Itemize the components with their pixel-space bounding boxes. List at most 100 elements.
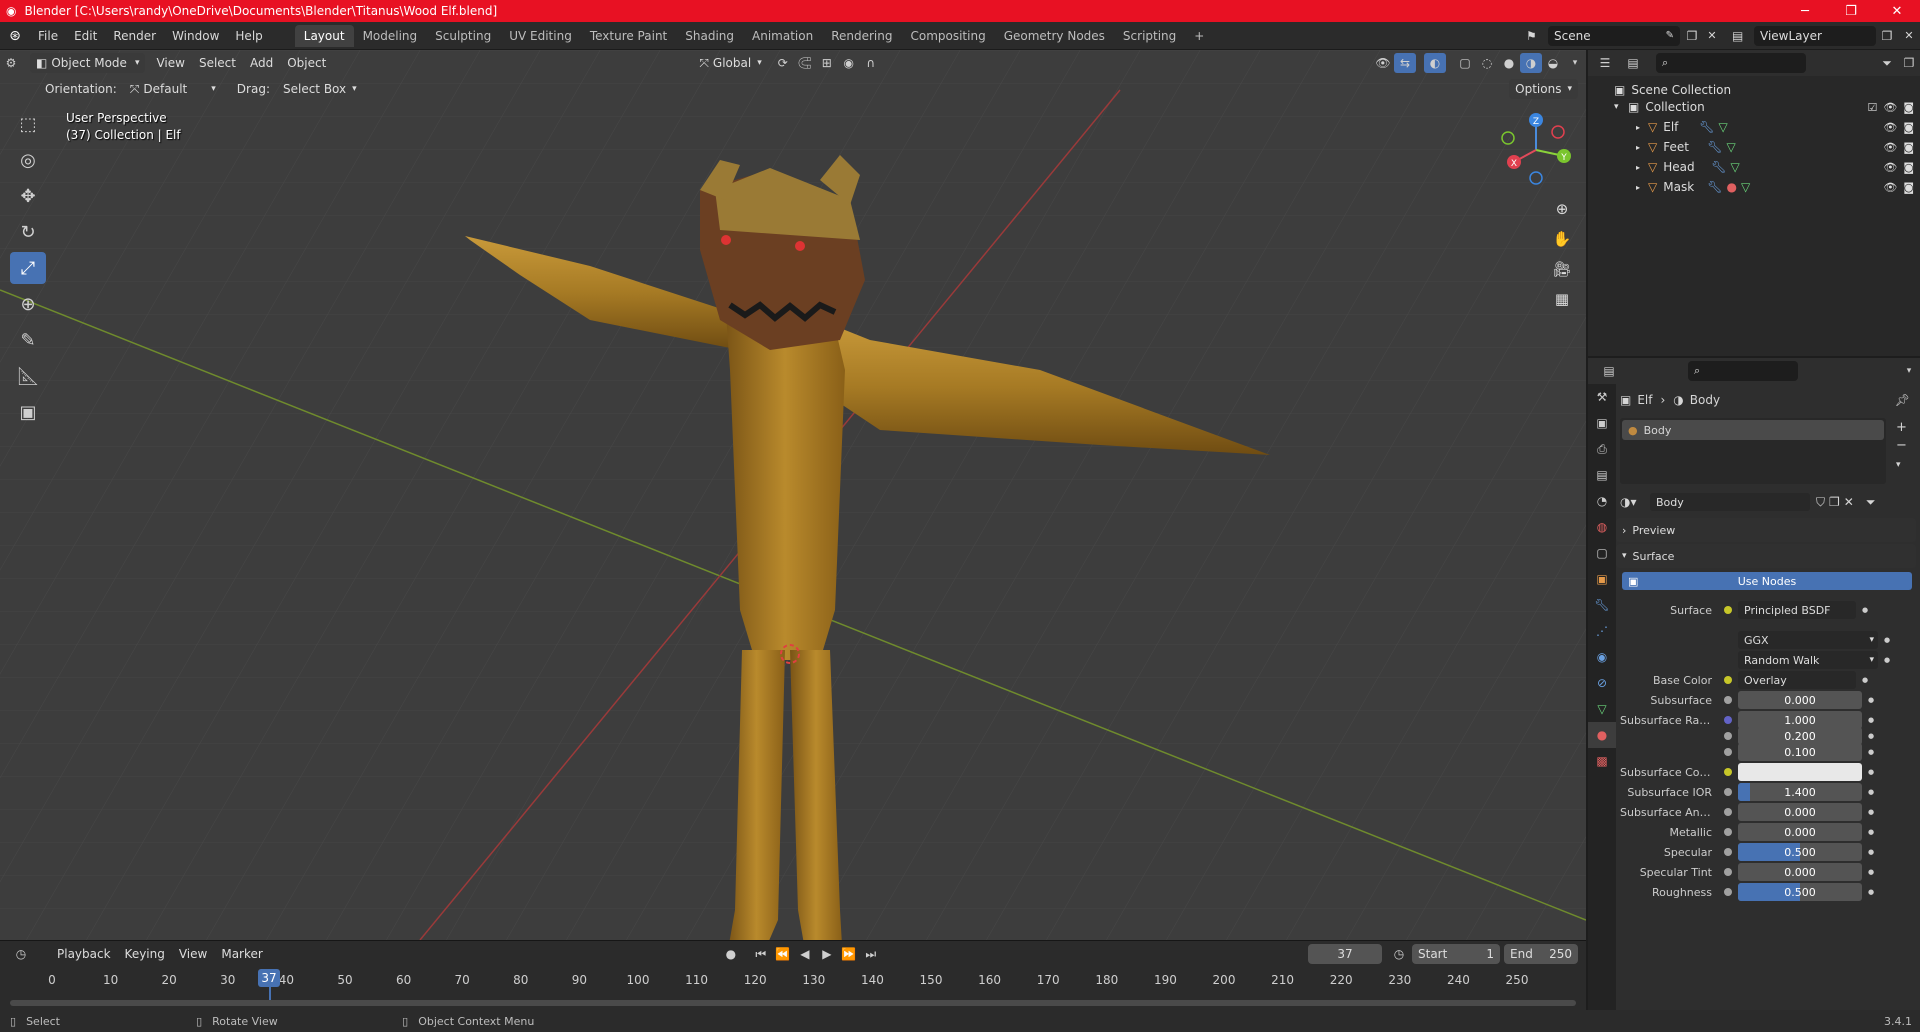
collapse-icon[interactable]: ▾ — [1614, 102, 1628, 112]
keyframe-icon[interactable]: ● — [1868, 732, 1874, 740]
navigation-gizmo[interactable]: Z Y X — [1496, 110, 1576, 190]
annotate-icon[interactable]: ✎ — [10, 324, 46, 356]
eye-icon[interactable]: 👁︎ — [1883, 101, 1897, 114]
timeline-ruler[interactable]: 37 0 10 20 30 40 50 60 70 80 90 100 110 120 130 140 150… — [0, 969, 1586, 1001]
chevron-down-icon[interactable]: ▾ — [1898, 361, 1920, 381]
outliner-object-feet[interactable]: ▸ ▽ Feet 🔧︎ ▽ 👁︎ ◙ — [1588, 137, 1920, 157]
eye-icon[interactable]: 👁︎ — [1883, 161, 1897, 174]
options-dropdown[interactable]: Options ▾ — [1509, 79, 1578, 99]
menu-file[interactable]: File — [30, 26, 66, 46]
scale-icon[interactable]: ⤢ — [10, 252, 46, 284]
output-tab-icon[interactable]: ⎙ — [1588, 436, 1616, 462]
keyframe-icon[interactable]: ● — [1884, 636, 1890, 644]
camera-render-icon[interactable]: ◙ — [1903, 161, 1914, 174]
play-icon[interactable]: ▶ — [816, 944, 838, 964]
link-dropdown-icon[interactable]: ⏷ — [1866, 495, 1876, 510]
3d-viewport[interactable]: User Perspective (37) Collection | Elf ⬚… — [0, 50, 1586, 940]
shader-dropdown[interactable]: GGX ▾ — [1738, 631, 1878, 649]
material-slot-item[interactable]: ● Body — [1622, 420, 1884, 440]
material-tab-icon[interactable]: ● — [1588, 722, 1616, 748]
remove-slot-icon[interactable]: − — [1896, 438, 1907, 453]
object-tab-icon[interactable]: ▣ — [1588, 566, 1616, 592]
camera-render-icon[interactable]: ◙ — [1903, 121, 1914, 134]
checkbox-icon[interactable]: ☑ — [1867, 101, 1877, 114]
zoom-icon[interactable]: ⊕ — [1548, 195, 1576, 223]
playhead[interactable]: 37 — [258, 969, 280, 987]
close-button[interactable]: ✕ — [1874, 0, 1920, 22]
socket-icon[interactable] — [1724, 748, 1732, 756]
jump-end-icon[interactable]: ⏭ — [860, 944, 882, 964]
clock-icon[interactable]: ◷ — [1388, 944, 1410, 964]
camera-render-icon[interactable]: ◙ — [1903, 141, 1914, 154]
menu-select[interactable]: Select — [192, 56, 243, 70]
keyframe-icon[interactable]: ● — [1868, 888, 1874, 896]
number-field[interactable]: 0.500 — [1738, 843, 1862, 861]
new-collection-icon[interactable]: ❐ — [1898, 53, 1920, 73]
prev-keyframe-icon[interactable]: ⏪ — [772, 944, 794, 964]
tab-rendering[interactable]: Rendering — [822, 25, 901, 47]
expand-icon[interactable]: ▸ — [1636, 143, 1648, 152]
scene-icon[interactable]: ⚑ — [1526, 29, 1548, 43]
properties-search-input[interactable]: ⌕ — [1688, 361, 1798, 381]
menu-view[interactable]: View — [149, 56, 191, 70]
minimize-button[interactable]: ─ — [1782, 0, 1828, 22]
socket-icon[interactable] — [1724, 606, 1732, 614]
socket-icon[interactable] — [1724, 768, 1732, 776]
start-frame-field[interactable]: Start 1 — [1412, 944, 1500, 964]
tab-uv-editing[interactable]: UV Editing — [500, 25, 581, 47]
menu-render[interactable]: Render — [105, 26, 164, 46]
outliner-search-input[interactable]: ⌕ — [1656, 53, 1806, 73]
shader-link-field[interactable]: Principled BSDF — [1738, 601, 1856, 619]
expand-icon[interactable]: ▸ — [1636, 163, 1648, 172]
unlink-material-icon[interactable]: ✕ — [1844, 495, 1854, 509]
select-box-icon[interactable]: ⬚ — [10, 108, 46, 140]
scene-selector[interactable]: Scene ✎ — [1548, 25, 1680, 46]
menu-add[interactable]: Add — [243, 56, 280, 70]
socket-icon[interactable] — [1724, 676, 1732, 684]
tab-layout[interactable]: Layout — [294, 24, 354, 47]
menu-marker[interactable]: Marker — [214, 947, 269, 961]
measure-icon[interactable]: 📐︎ — [10, 360, 46, 392]
surface-panel-header[interactable]: ▾ Surface — [1616, 544, 1916, 568]
properties-editor-icon[interactable]: ▤ — [1598, 361, 1620, 381]
menu-help[interactable]: Help — [227, 26, 270, 46]
particles-tab-icon[interactable]: ⋰ — [1588, 618, 1616, 644]
keyframe-icon[interactable]: ● — [1868, 828, 1874, 836]
tab-compositing[interactable]: Compositing — [901, 25, 994, 47]
transform-orientation-dropdown[interactable]: ⤧ Global ▾ — [693, 53, 767, 73]
collection-row[interactable]: ▾ ▣ Collection ☑ 👁︎ ◙ — [1588, 97, 1920, 117]
outliner-object-elf[interactable]: ▸ ▽ Elf 🔧︎ ▽ 👁︎ ◙ — [1588, 117, 1920, 137]
tab-texture-paint[interactable]: Texture Paint — [581, 25, 676, 47]
tab-scripting[interactable]: Scripting — [1114, 25, 1185, 47]
socket-icon[interactable] — [1724, 788, 1732, 796]
world-tab-icon[interactable]: ◍ — [1588, 514, 1616, 540]
tab-modeling[interactable]: Modeling — [354, 25, 427, 47]
timeline-scrollbar[interactable] — [10, 1000, 1576, 1006]
view-layer-selector[interactable]: ViewLayer — [1754, 25, 1876, 46]
end-frame-field[interactable]: End 250 — [1504, 944, 1578, 964]
add-cube-icon[interactable]: ▣ — [10, 396, 46, 428]
modifier-tab-icon[interactable]: 🔧︎ — [1588, 592, 1616, 618]
texture-tab-icon[interactable]: ▩ — [1588, 748, 1616, 774]
shading-material-icon[interactable]: ◑ — [1520, 53, 1542, 73]
number-field[interactable]: 0.500 — [1738, 883, 1862, 901]
outliner-object-mask[interactable]: ▸ ▽ Mask 🔧︎ ● ▽ 👁︎ ◙ — [1588, 177, 1920, 197]
menu-window[interactable]: Window — [164, 26, 227, 46]
expand-icon[interactable]: ▸ — [1636, 183, 1648, 192]
view-layer-icon[interactable]: ▤ — [1732, 29, 1754, 43]
gizmo-neg-x[interactable] — [1551, 125, 1565, 139]
timeline-editor-icon[interactable]: ◷ — [10, 944, 32, 964]
blender-logo-icon[interactable]: ⊛ — [0, 28, 30, 44]
transform-icon[interactable]: ⊕ — [10, 288, 46, 320]
object-mode-dropdown[interactable]: ◧ Object Mode ▾ — [30, 53, 146, 73]
xray-icon[interactable]: ▢ — [1454, 53, 1476, 73]
outliner-object-head[interactable]: ▸ ▽ Head 🔧︎ ▽ 👁︎ ◙ — [1588, 157, 1920, 177]
number-field[interactable]: 0.000 — [1738, 691, 1862, 709]
orientation-dropdown[interactable]: ⤧ Default ▾ — [124, 79, 222, 99]
record-icon[interactable]: ● — [720, 944, 742, 964]
shading-rendered-icon[interactable]: ◒ — [1542, 53, 1564, 73]
proportional-edit-icon[interactable]: ◉ — [838, 53, 860, 73]
overlay-icon[interactable]: ◐ — [1424, 53, 1446, 73]
socket-icon[interactable] — [1724, 868, 1732, 876]
keyframe-icon[interactable]: ● — [1868, 748, 1874, 756]
